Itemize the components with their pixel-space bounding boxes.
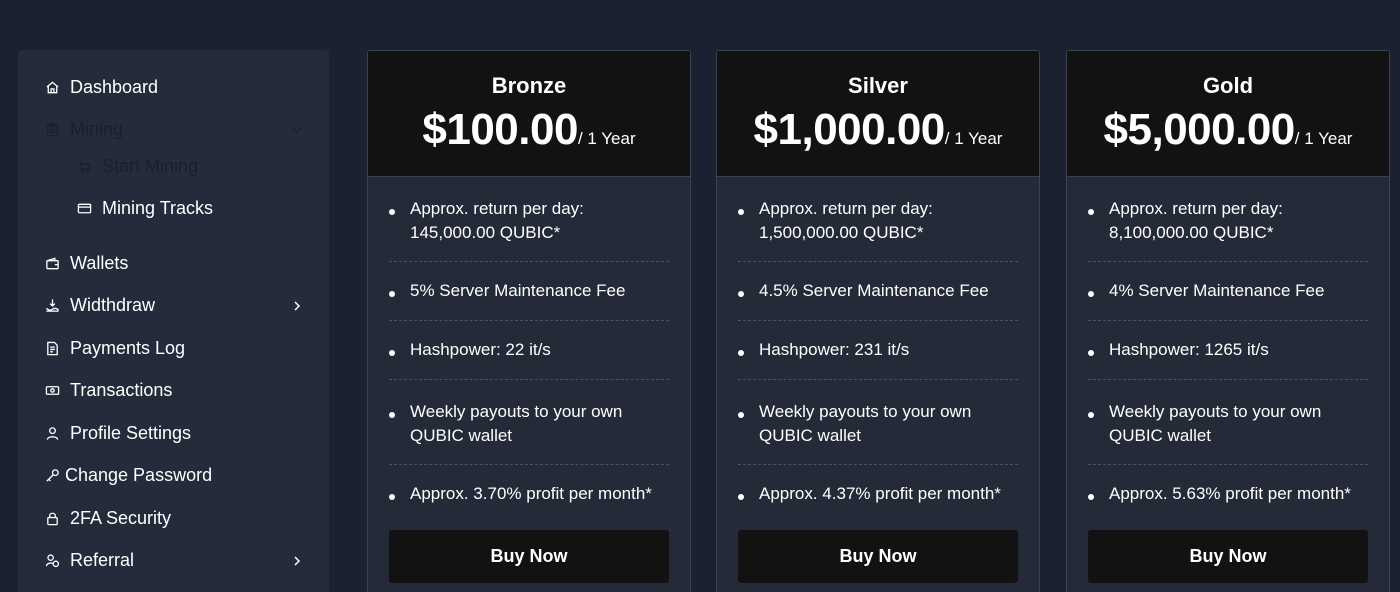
feature-item: Weekly payouts to your own QUBIC wallet: [738, 380, 1018, 465]
buy-now-button[interactable]: Buy Now: [389, 530, 669, 583]
clipboard-icon: [44, 121, 60, 137]
sidebar-item-label: Dashboard: [70, 77, 159, 97]
buy-now-button[interactable]: Buy Now: [1088, 530, 1368, 583]
receipt-icon: [44, 340, 60, 356]
sidebar-item-widthdraw[interactable]: Widthdraw: [18, 288, 329, 322]
price-row: $5,000.00/ 1 Year: [1067, 105, 1389, 155]
sidebar-item-label: Mining Tracks: [102, 198, 214, 218]
feature-item: Approx. return per day: 145,000.00 QUBIC…: [389, 177, 669, 262]
feature-item: Approx. 5.63% profit per month*: [1088, 465, 1368, 524]
chevron-right-icon: [290, 552, 304, 566]
feature-list: Approx. return per day: 1,500,000.00 QUB…: [738, 177, 1018, 524]
feature-item: Hashpower: 22 it/s: [389, 321, 669, 380]
referral-icon: [44, 552, 60, 568]
sidebar-item-label: Payments Log: [70, 338, 186, 358]
sidebar-item-referral[interactable]: Referral: [18, 543, 329, 577]
card-header: Bronze $100.00/ 1 Year: [368, 51, 690, 177]
plan-price: $5,000.00: [1103, 105, 1296, 154]
feature-list: Approx. return per day: 145,000.00 QUBIC…: [389, 177, 669, 524]
plan-price: $100.00: [422, 105, 578, 154]
plan-period: / 1 Year: [577, 129, 636, 148]
price-row: $1,000.00/ 1 Year: [717, 105, 1039, 155]
key-icon: [44, 467, 60, 483]
chevron-right-icon: [290, 297, 304, 311]
lock-icon: [44, 510, 60, 526]
plan-period: / 1 Year: [1294, 129, 1353, 148]
sidebar-item-label: Profile Settings: [70, 423, 192, 443]
sidebar-item-profile-settings[interactable]: Profile Settings: [18, 416, 329, 450]
feature-item: 4% Server Maintenance Fee: [1088, 262, 1368, 321]
pricing-card-gold: Gold $5,000.00/ 1 Year Approx. return pe…: [1066, 50, 1390, 592]
feature-item: Weekly payouts to your own QUBIC wallet: [1088, 380, 1368, 465]
cart-icon: [76, 158, 92, 174]
sidebar-item-label: Start Mining: [102, 156, 199, 176]
feature-list: Approx. return per day: 8,100,000.00 QUB…: [1088, 177, 1368, 524]
card-header: Gold $5,000.00/ 1 Year: [1067, 51, 1389, 177]
sidebar-item-mining-tracks[interactable]: Mining Tracks: [18, 191, 329, 225]
plan-name: Silver: [848, 73, 908, 98]
sidebar-item-2fa-security[interactable]: 2FA Security: [18, 501, 329, 535]
feature-item: Weekly payouts to your own QUBIC wallet: [389, 380, 669, 465]
sidebar-item-label: Change Password: [65, 465, 213, 485]
sidebar-item-dashboard[interactable]: Dashboard: [18, 70, 329, 104]
home-icon: [44, 79, 60, 95]
sidebar-item-label: Wallets: [70, 253, 129, 273]
withdraw-icon: [44, 297, 60, 313]
sidebar-item-label: 2FA Security: [70, 508, 172, 528]
feature-item: Hashpower: 1265 it/s: [1088, 321, 1368, 380]
feature-item: Approx. 4.37% profit per month*: [738, 465, 1018, 524]
feature-item: 4.5% Server Maintenance Fee: [738, 262, 1018, 321]
plan-name: Gold: [1202, 73, 1254, 98]
sidebar-item-label: Mining: [70, 119, 124, 139]
sidebar-item-payments-log[interactable]: Payments Log: [18, 331, 329, 365]
chevron-down-icon: [290, 121, 304, 135]
sidebar-item-label: Widthdraw: [70, 295, 156, 315]
pricing-card-bronze: Bronze $100.00/ 1 Year Approx. return pe…: [367, 50, 691, 592]
card-header: Silver $1,000.00/ 1 Year: [717, 51, 1039, 177]
feature-item: Approx. 3.70% profit per month*: [389, 465, 669, 524]
price-row: $100.00/ 1 Year: [368, 105, 690, 155]
wallet-icon: [44, 255, 60, 271]
sidebar-item-mining[interactable]: Mining: [18, 112, 329, 146]
buy-now-button[interactable]: Buy Now: [738, 530, 1018, 583]
page: Dashboard Mining Start Mining Mining Tra…: [0, 0, 1400, 592]
plan-period: / 1 Year: [944, 129, 1003, 148]
card-icon: [76, 200, 92, 216]
plan-name: Bronze: [491, 73, 567, 98]
plan-price: $1,000.00: [753, 105, 946, 154]
sidebar-item-transactions[interactable]: Transactions: [18, 373, 329, 407]
sidebar: Dashboard Mining Start Mining Mining Tra…: [18, 50, 329, 592]
sidebar-item-label: Referral: [70, 550, 135, 570]
sidebar-item-change-password[interactable]: Change Password: [18, 458, 329, 492]
feature-item: Hashpower: 231 it/s: [738, 321, 1018, 380]
sidebar-item-wallets[interactable]: Wallets: [18, 246, 329, 280]
feature-item: Approx. return per day: 1,500,000.00 QUB…: [738, 177, 1018, 262]
user-icon: [44, 425, 60, 441]
pricing-card-silver: Silver $1,000.00/ 1 Year Approx. return …: [716, 50, 1040, 592]
sidebar-item-label: Transactions: [70, 380, 173, 400]
feature-item: Approx. return per day: 8,100,000.00 QUB…: [1088, 177, 1368, 262]
sidebar-item-start-mining[interactable]: Start Mining: [18, 149, 329, 183]
money-icon: [44, 382, 60, 398]
feature-item: 5% Server Maintenance Fee: [389, 262, 669, 321]
